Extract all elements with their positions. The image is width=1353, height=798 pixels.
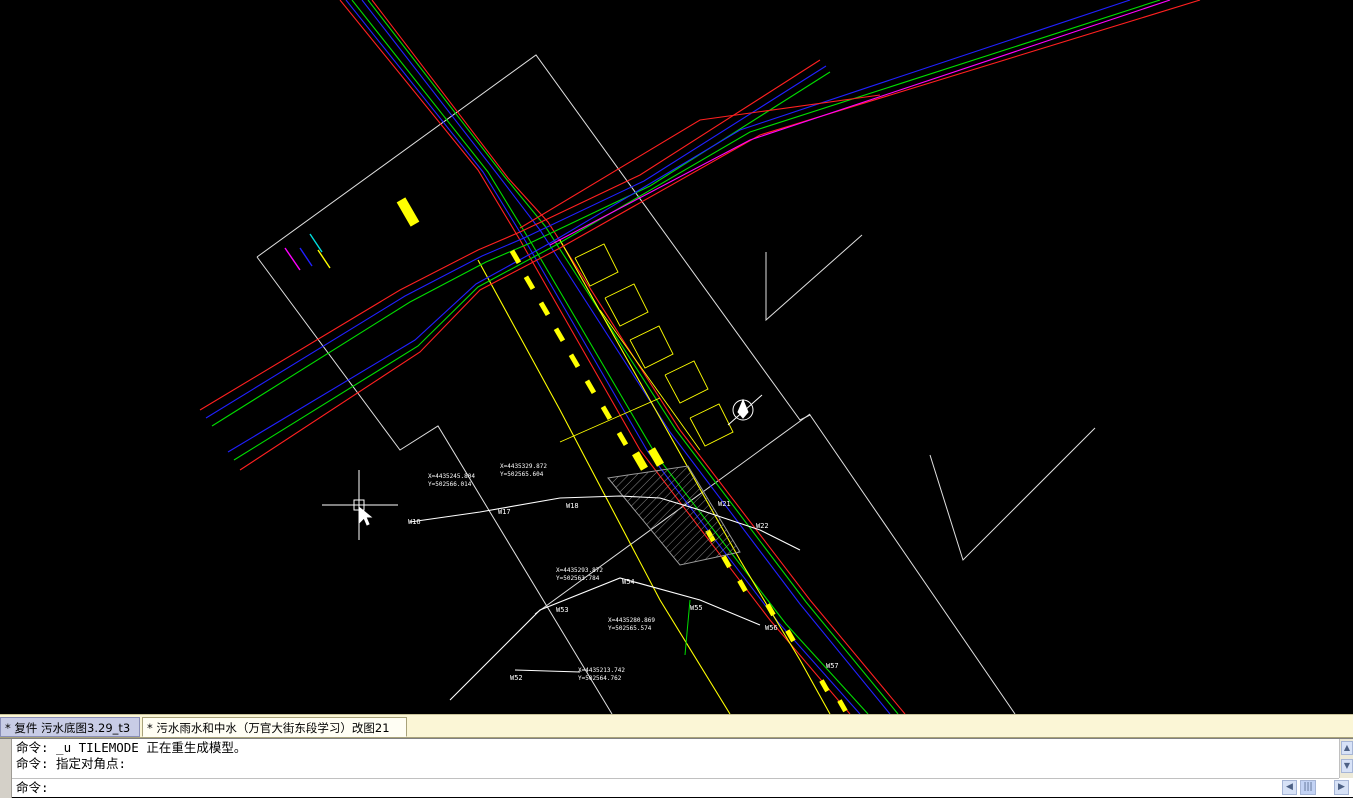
svg-text:X=4435245.804: X=4435245.804 [428, 473, 475, 480]
panel-grip[interactable] [0, 739, 12, 798]
command-history-line: 命令: _u TILEMODE 正在重生成模型。 [16, 740, 247, 755]
command-hscroll[interactable]: ◀ ||| ▶ [1282, 780, 1350, 796]
road-cross [199, 0, 1201, 471]
pipe-markers [396, 197, 848, 713]
scroll-left-icon[interactable]: ◀ [1282, 780, 1297, 795]
hatch-area [607, 465, 741, 566]
svg-text:W57: W57 [826, 662, 839, 670]
tab-drawing-2[interactable]: * 污水雨水和中水（万官大街东段学习）改图21 [142, 717, 407, 737]
scroll-thumb[interactable]: ||| [1300, 780, 1316, 795]
svg-text:Y=502563.784: Y=502563.784 [556, 575, 600, 582]
svg-text:Y=502565.604: Y=502565.604 [500, 471, 544, 478]
sheet-frame [256, 54, 1096, 714]
cad-drawing: W16 W17 W18 W21 W22 W52 W53 W54 W55 W56 … [199, 0, 1201, 714]
svg-text:X=4435293.872: X=4435293.872 [556, 567, 603, 574]
crosshair-cursor-icon [322, 470, 398, 540]
command-input-row: 命令: ◀ ||| ▶ [12, 778, 1349, 797]
command-line-panel: 命令: _u TILEMODE 正在重生成模型。 命令: 指定对角点: ▲ ▼ … [0, 738, 1353, 798]
svg-text:X=4435329.872: X=4435329.872 [500, 463, 547, 470]
layout-tabbar: * 复件 污水底图3.29_t3 * 污水雨水和中水（万官大街东段学习）改图21 [0, 714, 1353, 738]
svg-text:W22: W22 [756, 522, 769, 530]
command-input[interactable] [68, 780, 1268, 796]
svg-text:W53: W53 [556, 606, 569, 614]
callout-boxes [559, 243, 734, 451]
tab-drawing-1[interactable]: * 复件 污水底图3.29_t3 [0, 717, 140, 737]
svg-text:W56: W56 [765, 624, 778, 632]
svg-text:Y=502564.762: Y=502564.762 [578, 675, 622, 682]
north-arrow-icon [727, 394, 763, 426]
svg-text:W55: W55 [690, 604, 703, 612]
road-main [339, 0, 906, 714]
scroll-up-icon[interactable]: ▲ [1341, 741, 1353, 755]
svg-text:Y=502566.014: Y=502566.014 [428, 481, 472, 488]
command-history-line: 命令: 指定对角点: [16, 756, 127, 771]
svg-text:Y=502565.574: Y=502565.574 [608, 625, 652, 632]
svg-text:W21: W21 [718, 500, 731, 508]
svg-text:W16: W16 [408, 518, 421, 526]
scroll-right-icon[interactable]: ▶ [1334, 780, 1349, 795]
svg-text:W54: W54 [622, 578, 635, 586]
command-vscroll[interactable]: ▲ ▼ [1339, 739, 1353, 778]
svg-text:W17: W17 [498, 508, 511, 516]
svg-text:W52: W52 [510, 674, 523, 682]
scroll-down-icon[interactable]: ▼ [1341, 759, 1353, 773]
command-prompt: 命令: [16, 780, 49, 795]
svg-text:X=4435213.742: X=4435213.742 [578, 667, 625, 674]
svg-text:X=4435280.869: X=4435280.869 [608, 617, 655, 624]
svg-text:W18: W18 [566, 502, 579, 510]
legend [284, 233, 331, 271]
drawing-canvas[interactable]: W16 W17 W18 W21 W22 W52 W53 W54 W55 W56 … [0, 0, 1353, 714]
